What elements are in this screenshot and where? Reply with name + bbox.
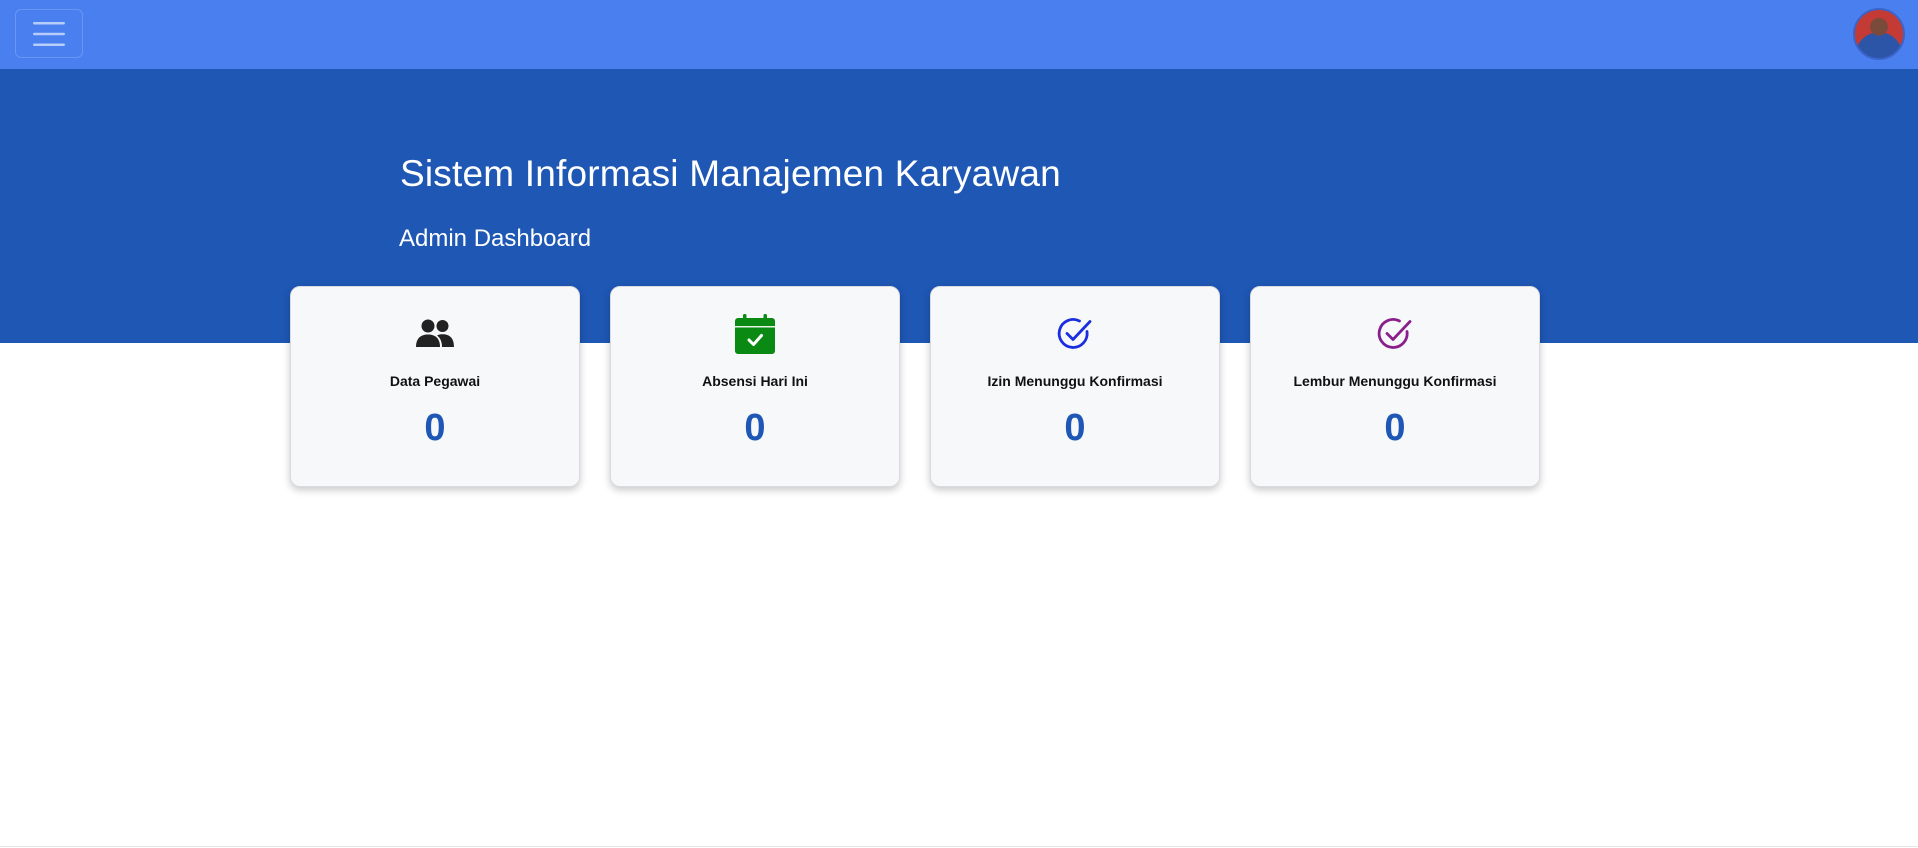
menu-toggle-button[interactable] xyxy=(15,9,83,58)
card-lembur-menunggu-konfirmasi[interactable]: Lembur Menunggu Konfirmasi 0 xyxy=(1250,286,1540,487)
user-avatar[interactable] xyxy=(1853,8,1905,60)
check-circle-icon xyxy=(1376,313,1414,355)
card-data-pegawai[interactable]: Data Pegawai 0 xyxy=(290,286,580,487)
check-circle-icon xyxy=(1056,313,1094,355)
card-absensi-hari-ini[interactable]: Absensi Hari Ini 0 xyxy=(610,286,900,487)
card-value: 0 xyxy=(744,407,766,449)
hamburger-icon xyxy=(33,21,65,46)
calendar-check-icon xyxy=(734,313,776,355)
card-title: Data Pegawai xyxy=(389,373,481,389)
stats-cards: Data Pegawai 0 Absensi Hari Ini 0 Izin M… xyxy=(290,286,1540,487)
divider xyxy=(0,846,1918,847)
users-icon xyxy=(415,313,455,355)
card-izin-menunggu-konfirmasi[interactable]: Izin Menunggu Konfirmasi 0 xyxy=(930,286,1220,487)
card-title: Absensi Hari Ini xyxy=(702,373,808,389)
page-title: Sistem Informasi Manajemen Karyawan xyxy=(400,153,1061,194)
top-navbar xyxy=(0,0,1918,69)
card-title: Izin Menunggu Konfirmasi xyxy=(987,373,1163,389)
card-title: Lembur Menunggu Konfirmasi xyxy=(1293,373,1497,389)
card-value: 0 xyxy=(1384,407,1406,449)
card-value: 0 xyxy=(424,407,446,449)
page-subtitle: Admin Dashboard xyxy=(399,225,592,252)
card-value: 0 xyxy=(1064,407,1086,449)
